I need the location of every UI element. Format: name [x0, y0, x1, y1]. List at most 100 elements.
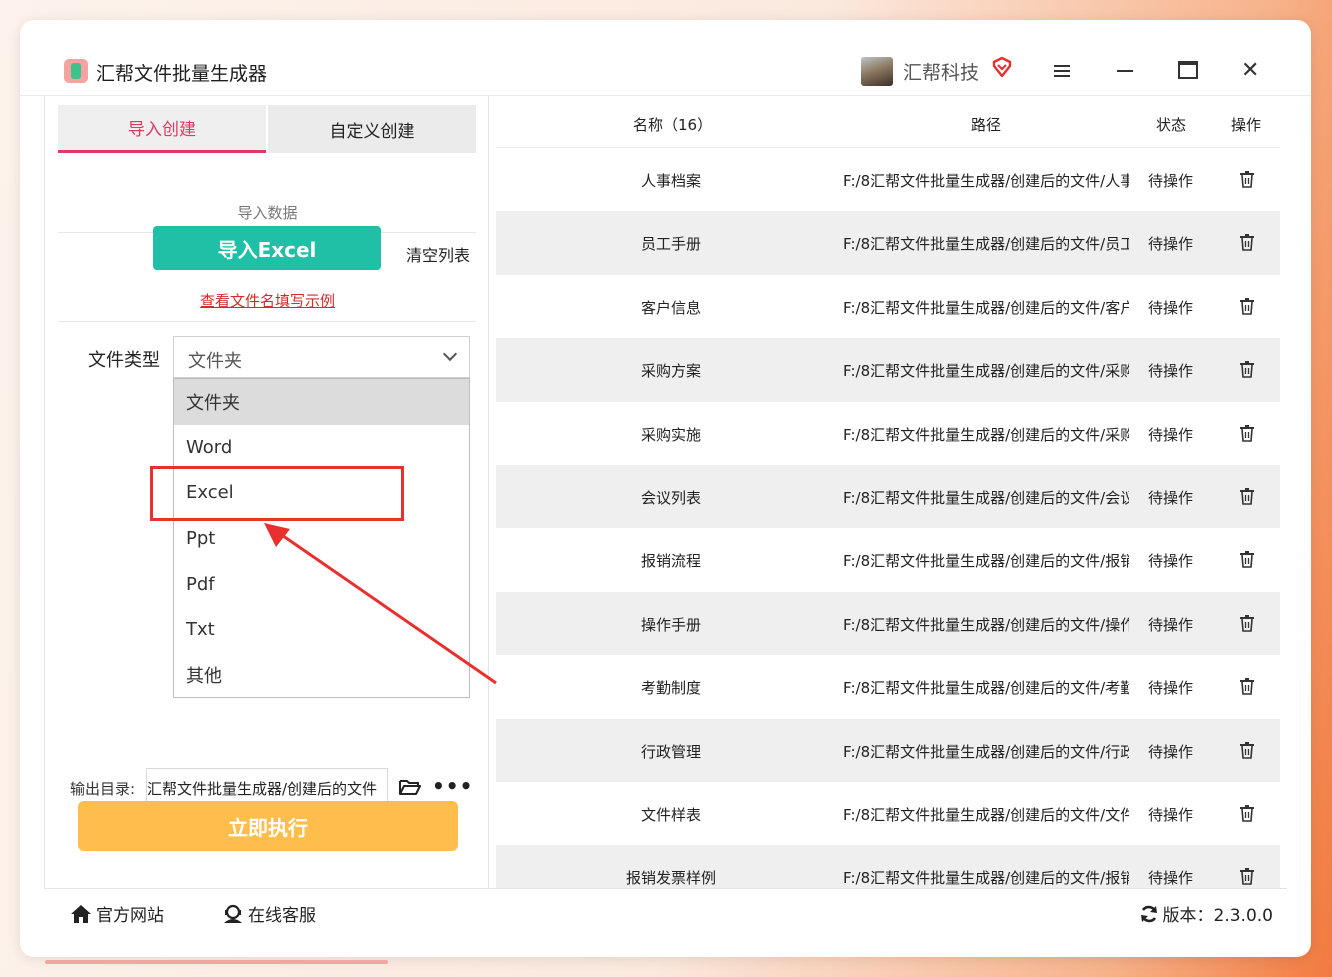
trash-icon[interactable]	[1239, 170, 1255, 188]
row-status: 待操作	[1148, 425, 1194, 444]
row-name: 操作手册	[640, 615, 701, 634]
row-path: F:/8汇帮文件批量生成器/创建后的文件/采购方案	[843, 362, 1129, 381]
dropdown-option-word[interactable]: Word	[174, 425, 469, 471]
row-status: 待操作	[1148, 235, 1194, 254]
file-type-select[interactable]: 文件夹	[173, 336, 470, 378]
table-row[interactable]: 客户信息 F:/8汇帮文件批量生成器/创建后的文件/客户信息待操作	[496, 275, 1280, 338]
table-row[interactable]: 员工手册 F:/8汇帮文件批量生成器/创建后的文件/员工手册待操作	[496, 211, 1280, 275]
row-name: 会议列表	[640, 489, 701, 507]
row-status: 待操作	[1148, 615, 1194, 634]
table-row[interactable]: 报销流程 F:/8汇帮文件批量生成器/创建后的文件/报销流程待操作	[496, 528, 1280, 591]
run-now-button[interactable]: 立即执行	[78, 801, 458, 851]
row-path: F:/8汇帮文件批量生成器/创建后的文件/人事档案	[843, 172, 1129, 190]
row-name: 报销流程	[640, 552, 701, 571]
column-header-action: 操作	[1231, 116, 1262, 134]
app-title: 汇帮文件批量生成器	[96, 63, 268, 85]
annotation-highlight-box	[150, 466, 404, 521]
filename-example-link[interactable]: 查看文件名填写示例	[45, 290, 490, 311]
trash-icon[interactable]	[1239, 550, 1255, 569]
row-status: 待操作	[1148, 869, 1194, 888]
app-logo-icon	[64, 59, 88, 83]
divider	[58, 321, 476, 322]
import-data-label: 导入数据	[237, 204, 298, 222]
version-label: 版本：2.3.0.0	[1162, 906, 1273, 926]
trash-icon[interactable]	[1239, 233, 1255, 252]
table-row[interactable]: 文件样表 F:/8汇帮文件批量生成器/创建后的文件/文件样表 待操作	[496, 782, 1280, 845]
table-row[interactable]: 采购方案 F:/8汇帮文件批量生成器/创建后的文件/采购方案待操作	[496, 338, 1280, 402]
row-name: 行政管理	[640, 742, 701, 761]
home-icon	[71, 904, 91, 923]
row-name: 文件样表	[640, 806, 701, 824]
row-status: 待操作	[1148, 552, 1194, 571]
row-status: 待操作	[1148, 489, 1194, 507]
row-name: 采购实施	[640, 425, 701, 444]
dropdown-option-folder[interactable]: 文件夹	[174, 379, 469, 425]
row-status: 待操作	[1148, 679, 1194, 698]
avatar[interactable]	[861, 57, 893, 86]
row-status: 待操作	[1148, 362, 1194, 381]
left-panel: 导入创建 自定义创建 导入数据 导入Excel 清空列表 查看文件名填写示例 文…	[44, 96, 497, 888]
close-icon[interactable]: ✕	[1241, 60, 1259, 82]
menu-icon[interactable]	[1052, 63, 1072, 79]
row-name: 员工手册	[640, 235, 701, 254]
mode-tabs: 导入创建 自定义创建	[58, 105, 476, 153]
tab-custom-create[interactable]: 自定义创建	[268, 105, 476, 153]
maximize-icon[interactable]	[1178, 61, 1198, 79]
table-row[interactable]: 会议列表 F:/8汇帮文件批量生成器/创建后的文件/会议列表 待操作	[496, 465, 1280, 529]
file-table: 名称（16） 路径 状态 操作 人事档案 F:/8汇帮文件批量生成器/创建后的文件…	[496, 96, 1280, 888]
official-website-link[interactable]: 官方网站	[70, 901, 164, 926]
row-status: 待操作	[1148, 298, 1194, 317]
table-row[interactable]: 考勤制度 F:/8汇帮文件批量生成器/创建后的文件/考勤制度待操作	[496, 655, 1280, 718]
chevron-down-icon	[442, 346, 458, 362]
table-header: 名称（16） 路径 状态 操作	[496, 96, 1280, 148]
footer: 官方网站 在线客服 版本：2.3.0.0	[44, 888, 1287, 932]
column-header-name: 名称（16）	[633, 116, 713, 134]
table-row[interactable]: 采购实施 F:/8汇帮文件批量生成器/创建后的文件/采购实施待操作	[496, 402, 1280, 465]
trash-icon[interactable]	[1239, 804, 1255, 822]
file-type-label: 文件类型	[88, 350, 160, 371]
folder-open-icon[interactable]	[399, 778, 421, 796]
trash-icon[interactable]	[1239, 487, 1255, 505]
trash-icon[interactable]	[1239, 424, 1255, 442]
output-dir-value: 汇帮文件批量生成器/创建后的文件	[147, 780, 378, 798]
row-name: 人事档案	[640, 172, 701, 190]
row-path: F:/8汇帮文件批量生成器/创建后的文件/采购实施	[843, 425, 1129, 444]
trash-icon[interactable]	[1239, 867, 1255, 886]
row-name: 采购方案	[640, 362, 701, 381]
import-excel-button[interactable]: 导入Excel	[153, 226, 381, 270]
table-row[interactable]: 人事档案 F:/8汇帮文件批量生成器/创建后的文件/人事档案 待操作	[496, 148, 1280, 211]
annotation-arrow	[264, 523, 497, 685]
row-path: F:/8汇帮文件批量生成器/创建后的文件/考勤制度	[843, 679, 1129, 698]
table-row[interactable]: 行政管理 F:/8汇帮文件批量生成器/创建后的文件/行政管理待操作	[496, 718, 1280, 782]
trash-icon[interactable]	[1239, 677, 1255, 695]
output-dir-label: 输出目录:	[70, 780, 136, 798]
horizontal-scrollbar[interactable]	[45, 960, 388, 964]
row-name: 客户信息	[640, 298, 701, 317]
table-row[interactable]: 操作手册 F:/8汇帮文件批量生成器/创建后的文件/操作手册待操作	[496, 591, 1280, 656]
row-path: F:/8汇帮文件批量生成器/创建后的文件/客户信息	[843, 298, 1129, 317]
title-bar: 汇帮文件批量生成器 汇帮科技 ✕	[20, 20, 1311, 96]
row-path: F:/8汇帮文件批量生成器/创建后的文件/操作手册	[843, 615, 1129, 634]
row-status: 待操作	[1148, 806, 1194, 824]
row-path: F:/8汇帮文件批量生成器/创建后的文件/报销发票样例	[843, 869, 1129, 888]
clear-list-button[interactable]: 清空列表	[406, 242, 470, 266]
vip-diamond-icon[interactable]	[990, 56, 1014, 80]
row-status: 待操作	[1148, 742, 1194, 761]
column-header-status: 状态	[1156, 116, 1187, 134]
tab-import-create[interactable]: 导入创建	[58, 105, 266, 153]
table-row[interactable]: 报销发票样例 F:/8汇帮文件批量生成器/创建后的文件/报销发票样例待操作	[496, 845, 1280, 888]
refresh-icon[interactable]	[1139, 904, 1159, 924]
company-name: 汇帮科技	[903, 62, 980, 84]
trash-icon[interactable]	[1239, 741, 1255, 759]
row-path: F:/8汇帮文件批量生成器/创建后的文件/行政管理	[843, 742, 1129, 761]
online-support-link[interactable]: 在线客服	[222, 901, 316, 926]
row-path: F:/8汇帮文件批量生成器/创建后的文件/会议列表	[843, 489, 1129, 507]
more-options-icon[interactable]: •••	[432, 774, 473, 798]
row-path: F:/8汇帮文件批量生成器/创建后的文件/员工手册	[843, 235, 1129, 254]
trash-icon[interactable]	[1239, 297, 1255, 315]
minimize-icon[interactable]	[1117, 70, 1133, 72]
column-header-path: 路径	[971, 116, 1002, 134]
file-type-value: 文件夹	[188, 351, 242, 372]
trash-icon[interactable]	[1239, 614, 1255, 632]
trash-icon[interactable]	[1239, 360, 1255, 378]
